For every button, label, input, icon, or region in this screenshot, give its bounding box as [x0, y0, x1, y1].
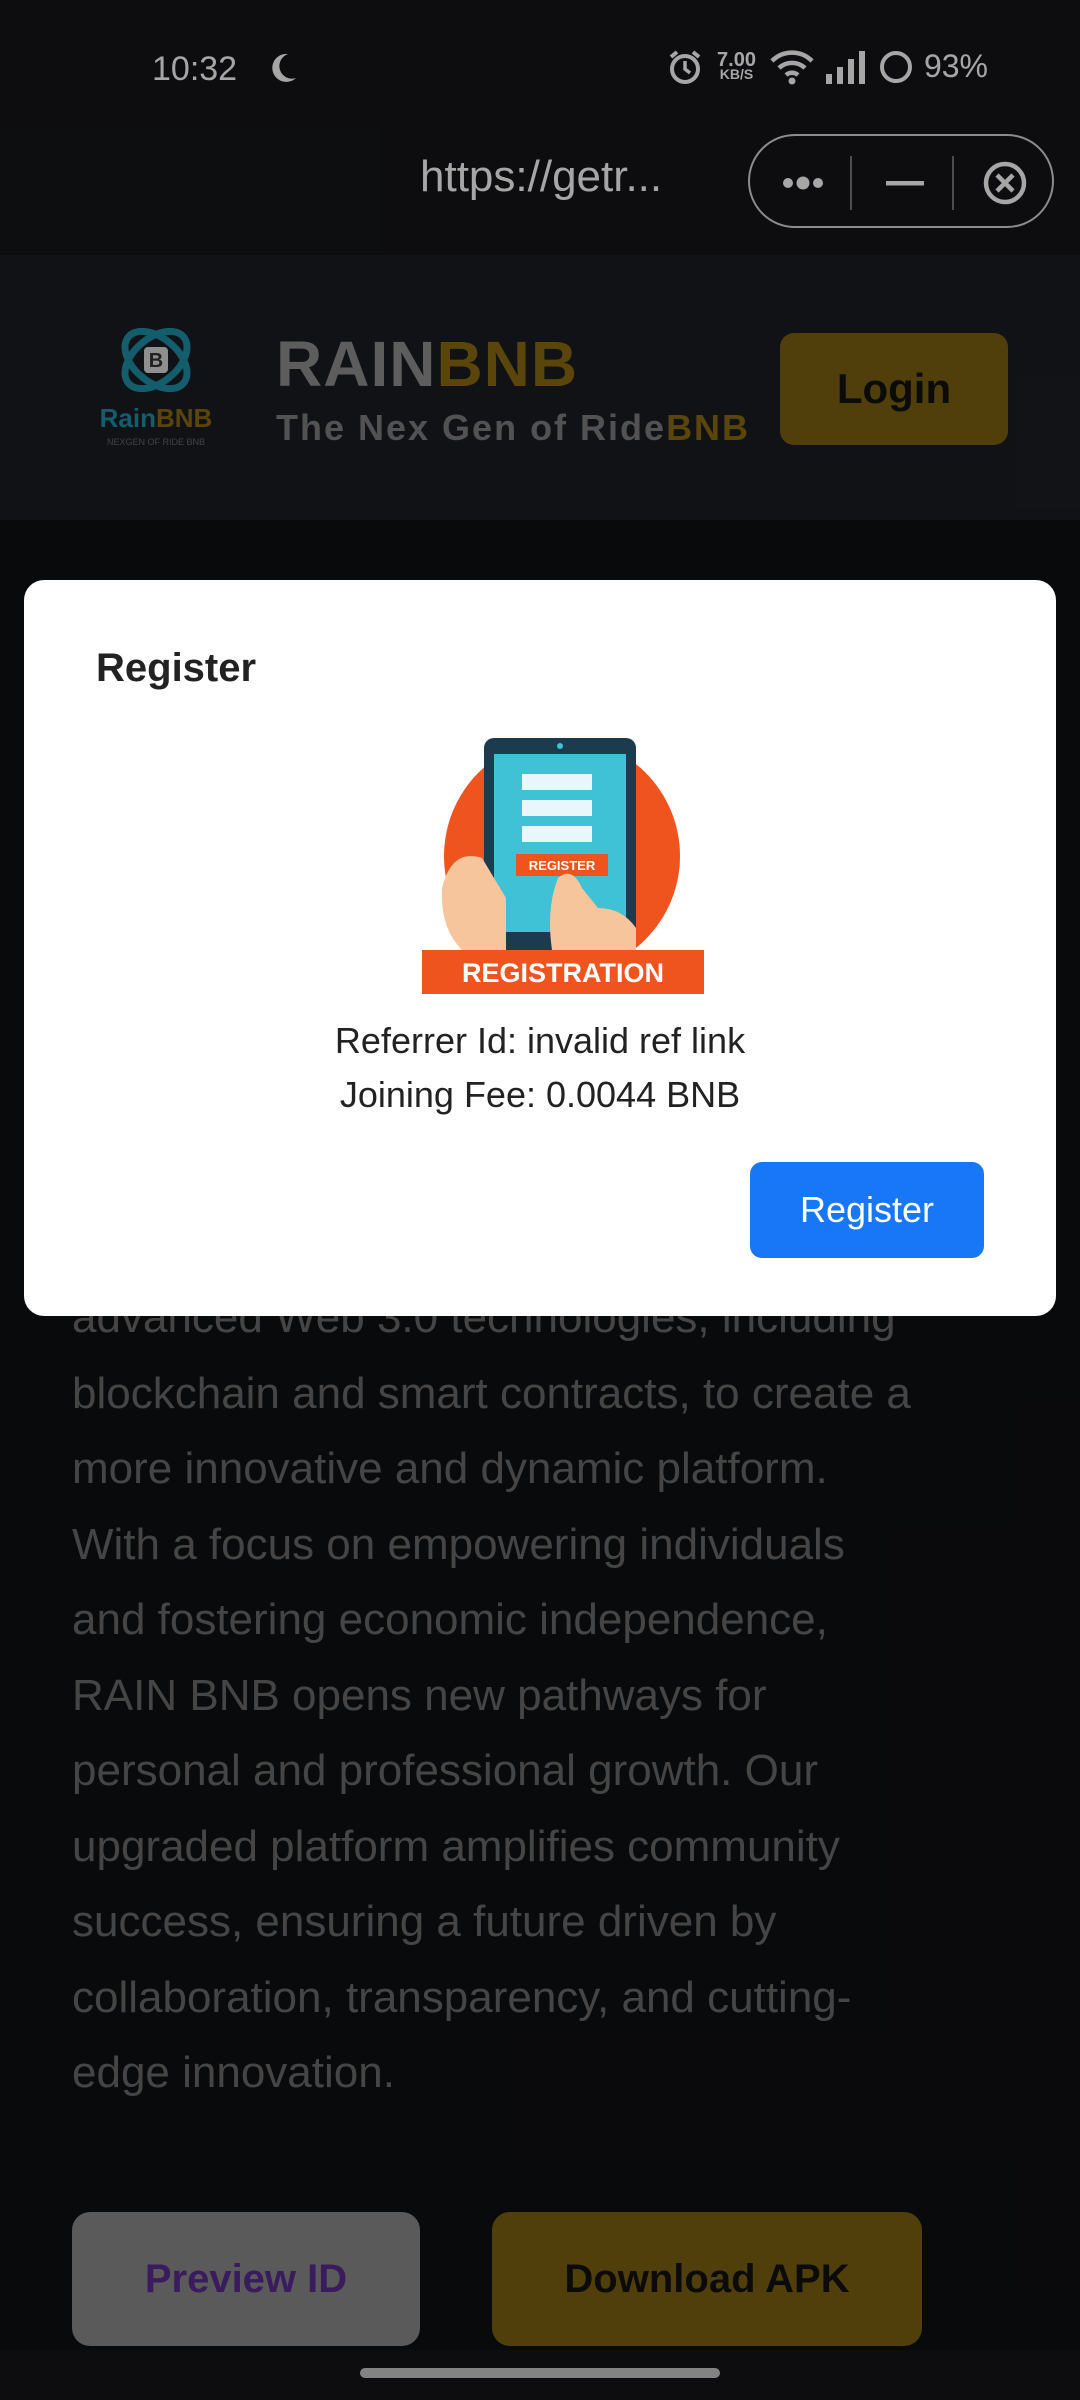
page: 10:32 7.00 KB/S 93% https://getr... B Ra…	[0, 0, 1080, 2400]
illustration-button-text: REGISTER	[529, 858, 596, 873]
register-modal: Register REGISTER REGISTRATION Referrer …	[24, 580, 1056, 1316]
modal-title: Register	[96, 646, 257, 690]
registration-illustration: REGISTER REGISTRATION	[422, 738, 704, 994]
illustration-banner-text: REGISTRATION	[462, 958, 664, 988]
referrer-id-text: Referrer Id: invalid ref link	[334, 1020, 746, 1061]
joining-fee-text: Joining Fee: 0.0044 BNB	[339, 1074, 741, 1115]
register-button[interactable]: Register	[750, 1162, 984, 1258]
